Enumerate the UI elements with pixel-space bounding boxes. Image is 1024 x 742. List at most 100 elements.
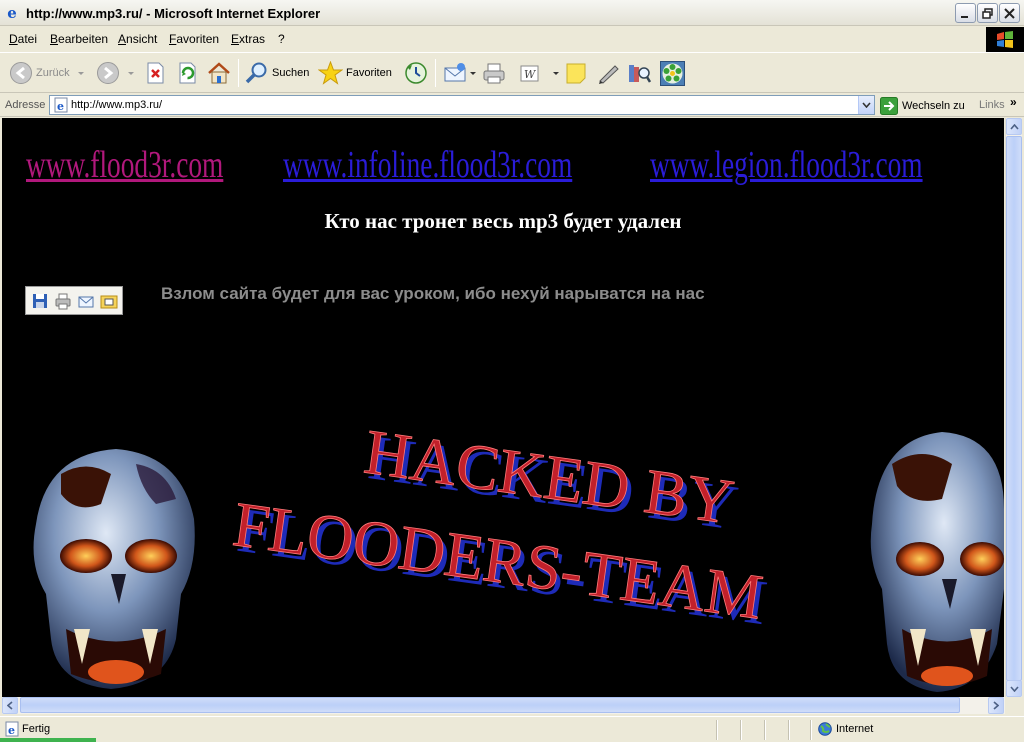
back-label: Zurück [36,67,70,79]
title-bar[interactable]: e http://www.mp3.ru/ - Microsoft Interne… [0,0,1024,26]
search-label: Suchen [272,67,310,79]
page-subline: Взлом сайта будет для вас уроком, ибо не… [161,284,705,303]
status-text: Fertig [22,723,51,735]
refresh-button[interactable] [177,59,197,87]
menu-favoriten[interactable]: Favoriten [169,32,219,46]
menu-bar: Datei Bearbeiten Ansicht Favoriten Extra… [0,27,985,51]
scroll-down-button[interactable] [1006,680,1022,697]
security-zone[interactable]: Internet [818,722,873,736]
search-icon [245,62,267,84]
home-icon [208,62,230,84]
research-books-icon [629,65,651,83]
window-title: http://www.mp3.ru/ - Microsoft Internet … [26,6,321,21]
menu-ansicht[interactable]: Ansicht [118,32,157,46]
security-zone-label: Internet [836,723,874,735]
mail-icon [444,63,466,82]
status-divider [716,720,718,740]
link-legion-flood3r[interactable]: www.legion.flood3r.com [650,143,923,187]
address-input[interactable]: e http://www.mp3.ru/ [49,95,875,115]
history-button[interactable] [404,59,428,87]
pen-icon [599,65,619,84]
status-bar: e Fertig Internet [0,716,1024,742]
menu-extras[interactable]: Extras [231,32,265,46]
home-button[interactable] [207,59,231,87]
notes-button[interactable] [565,59,587,87]
favorites-label: Favoriten [346,67,392,79]
page-icon: e [54,97,68,113]
search-button[interactable]: Suchen [245,59,309,87]
scroll-right-button[interactable] [988,697,1004,714]
address-dropdown-button[interactable] [858,96,874,114]
standard-toolbar: Zurück Suchen Favoriten W [0,52,1024,93]
close-button[interactable] [999,3,1020,23]
chevron-up-icon [1009,123,1019,130]
scroll-left-button[interactable] [2,697,18,714]
taskbar-edge [0,738,96,742]
address-bar: Adresse e http://www.mp3.ru/ Wechseln zu… [0,94,1024,117]
page-done-icon: e [5,721,19,737]
link-flood3r[interactable]: www.flood3r.com [26,143,223,187]
vertical-scrollbar[interactable] [1005,118,1022,697]
menu-datei[interactable]: Datei [9,32,37,46]
messenger-button[interactable] [597,59,621,87]
hacked-banner: HACKED BY HACKED BY FLOODERS-TEAM FLOODE… [228,428,771,638]
save-image-icon[interactable] [31,292,49,310]
back-button[interactable]: Zurück [9,59,84,87]
mail-button[interactable] [443,59,476,87]
toolbar-separator [435,59,436,87]
forward-button[interactable] [96,59,134,87]
close-icon [1004,7,1015,19]
svg-text:e: e [57,100,64,113]
forward-arrow-icon [97,62,119,84]
stop-icon [147,62,164,84]
status-divider [764,720,766,740]
skull-image-right [842,414,1004,697]
back-arrow-icon [10,62,32,84]
chevron-right-icon [993,701,999,710]
word-edit-icon: W [520,65,539,82]
links-toolbar[interactable]: Links [979,99,1005,111]
globe-icon [818,722,832,736]
status-divider [788,720,790,740]
edit-button[interactable]: W [519,59,559,87]
favorites-button[interactable]: Favoriten [318,59,392,87]
edit-dropdown-icon [553,71,559,75]
icq-flower-icon [660,60,685,86]
icq-button[interactable] [660,59,685,87]
print-button[interactable] [482,59,506,87]
scroll-up-button[interactable] [1006,118,1022,135]
research-button[interactable] [627,59,651,87]
go-button[interactable]: Wechseln zu [880,96,965,115]
chevron-left-icon [7,701,13,710]
stop-button[interactable] [145,59,165,87]
history-icon [405,62,427,84]
go-arrow-icon [880,96,898,115]
print-image-icon[interactable] [54,292,72,310]
horizontal-scrollbar[interactable] [2,697,1005,714]
toolbar-separator [238,59,239,87]
printer-icon [483,63,505,84]
chevron-down-icon [862,102,871,108]
mail-image-icon[interactable] [77,292,95,310]
menu-help[interactable]: ? [278,32,285,46]
my-pictures-icon[interactable] [100,292,118,310]
refresh-icon [179,62,196,84]
minimize-icon [961,15,968,18]
note-icon [566,63,586,84]
minimize-button[interactable] [955,3,976,23]
maximize-button[interactable] [977,3,998,23]
windows-logo [986,27,1024,52]
scrollbar-corner [1005,697,1022,714]
links-chevron-icon[interactable]: » [1010,95,1017,109]
favorites-star-icon [318,61,343,85]
address-label: Adresse [5,99,46,111]
link-infoline-flood3r[interactable]: www.infoline.flood3r.com [283,143,572,187]
back-dropdown-icon [77,71,84,75]
menu-bearbeiten[interactable]: Bearbeiten [50,32,108,46]
windows-flag-icon [997,30,1013,48]
horizontal-scroll-thumb[interactable] [20,697,960,713]
svg-text:e: e [8,724,15,737]
vertical-scroll-thumb[interactable] [1006,136,1022,681]
page-content: www.flood3r.com www.infoline.flood3r.com… [2,118,1004,697]
mail-dropdown-icon [470,71,476,75]
